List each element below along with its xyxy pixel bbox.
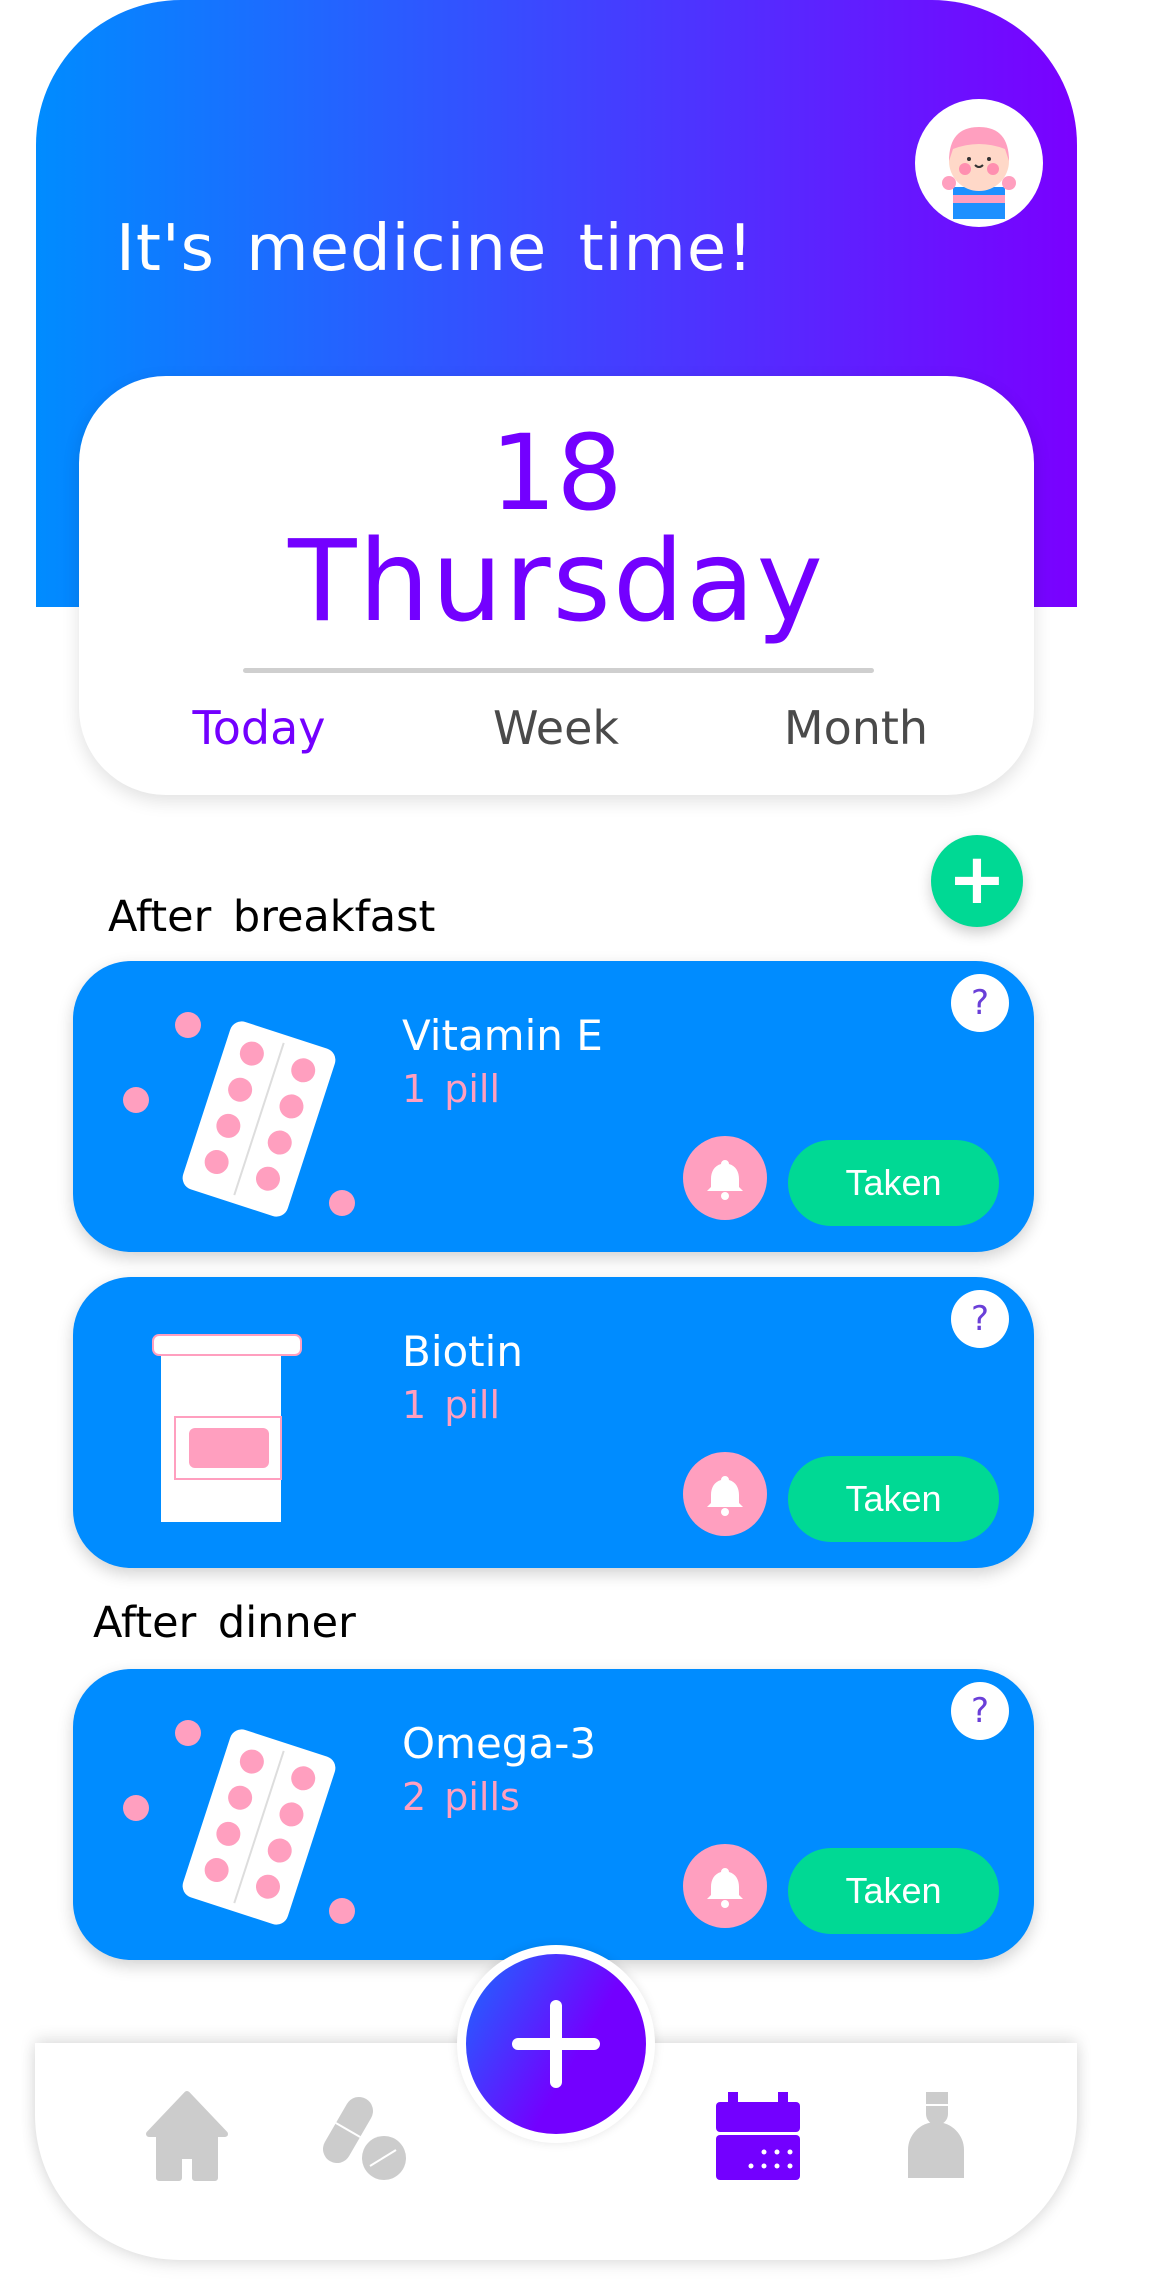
blister-pack-icon: [123, 1012, 355, 1217]
nav-home[interactable]: [141, 2090, 233, 2182]
nav-doctor[interactable]: [890, 2090, 982, 2182]
plus-icon: [512, 2000, 600, 2088]
reminder-button[interactable]: [683, 1452, 767, 1536]
bell-icon: [707, 1160, 743, 1200]
help-button[interactable]: ?: [951, 1682, 1009, 1740]
taken-button[interactable]: Taken: [788, 1456, 999, 1542]
help-button[interactable]: ?: [951, 1290, 1009, 1348]
medicine-quantity: 1 pill: [402, 1383, 501, 1427]
medicine-quantity: 1 pill: [402, 1067, 501, 1111]
tab-month[interactable]: Month: [784, 701, 928, 755]
date-day: 18: [490, 412, 623, 534]
section-title: After dinner: [93, 1598, 356, 1648]
calendar-icon: [716, 2092, 800, 2180]
avatar[interactable]: [915, 99, 1043, 227]
medicine-card: Biotin 1 pill ? Taken: [73, 1277, 1034, 1568]
add-medicine-button[interactable]: +: [931, 835, 1023, 927]
taken-button[interactable]: Taken: [788, 1848, 999, 1934]
girl-avatar-icon: [942, 127, 1016, 219]
home-icon: [146, 2091, 228, 2181]
doctor-icon: [908, 2092, 964, 2178]
medicine-name: Biotin: [402, 1327, 523, 1376]
medicine-name: Omega-3: [402, 1719, 597, 1768]
tab-week[interactable]: Week: [493, 701, 619, 755]
pill-bottle-icon: [152, 1334, 302, 1522]
medicine-card: Omega-3 2 pills ? Taken: [73, 1669, 1034, 1960]
section-title: After breakfast: [108, 892, 436, 942]
reminder-button[interactable]: [683, 1844, 767, 1928]
blister-pack-icon: [123, 1720, 355, 1925]
date-weekday: Thursday: [288, 517, 825, 647]
taken-button[interactable]: Taken: [788, 1140, 999, 1226]
bell-icon: [707, 1868, 743, 1908]
medicine-quantity: 2 pills: [402, 1775, 520, 1819]
bell-icon: [707, 1476, 743, 1516]
add-fab-button[interactable]: [457, 1945, 655, 2143]
pills-icon: [323, 2096, 406, 2180]
page-title: It's medicine time!: [116, 212, 754, 286]
medicine-card: Vitamin E 1 pill ? Taken: [73, 961, 1034, 1252]
help-button[interactable]: ?: [951, 974, 1009, 1032]
fab-inner: [466, 1954, 646, 2134]
date-card: 18 Thursday Today Week Month: [79, 376, 1034, 795]
reminder-button[interactable]: [683, 1136, 767, 1220]
nav-medicines[interactable]: [318, 2090, 410, 2182]
divider: [243, 668, 874, 673]
tab-today[interactable]: Today: [192, 701, 325, 755]
nav-calendar[interactable]: [712, 2090, 804, 2182]
medicine-name: Vitamin E: [402, 1011, 603, 1060]
